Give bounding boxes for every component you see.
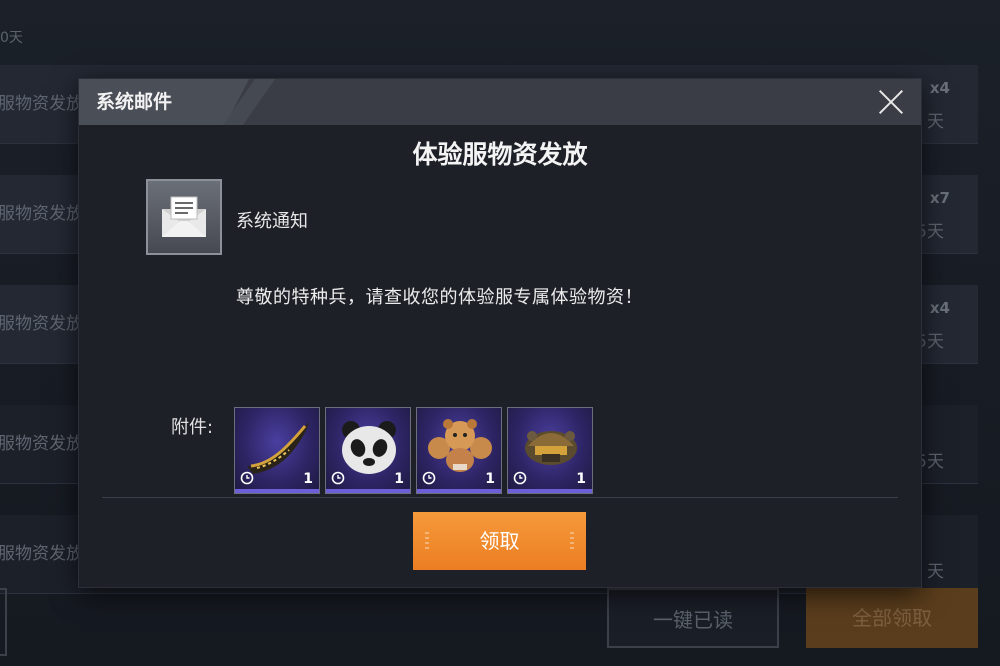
- rarity-bar: [508, 489, 592, 493]
- attachments-label: 附件:: [171, 417, 214, 438]
- claim-button[interactable]: 领取: [413, 512, 586, 570]
- mail-item-days: 天: [927, 112, 944, 132]
- time-limited-clock-icon: [331, 471, 345, 485]
- mail-item-quantity: x4: [929, 299, 950, 317]
- rarity-bar: [417, 489, 501, 493]
- system-mail-dialog: 系统邮件 体验服物资发放 系统通知 尊敬的特种兵，请查收您的体验服专属体验物资！…: [79, 79, 921, 587]
- sender-name: 系统通知: [236, 211, 308, 232]
- grip-decoration: [425, 532, 429, 550]
- attachment-item[interactable]: 1: [507, 407, 593, 494]
- mail-title: 体验服物资发放: [412, 140, 588, 169]
- attachment-item[interactable]: 1: [416, 407, 502, 494]
- envelope-icon: [146, 179, 222, 255]
- mail-item-quantity: x4: [929, 79, 950, 97]
- claim-button-label: 领取: [479, 529, 520, 553]
- attachment-item[interactable]: 1: [325, 407, 411, 494]
- mail-message: 尊敬的特种兵，请查收您的体验服专属体验物资！: [236, 287, 643, 308]
- attachment-quantity: 1: [394, 471, 404, 487]
- mail-item-quantity: x7: [929, 189, 950, 207]
- mail-item-title: 服物资发放: [0, 204, 83, 224]
- time-limited-clock-icon: [422, 471, 436, 485]
- attachment-item[interactable]: 1: [234, 407, 320, 494]
- divider: [102, 497, 898, 498]
- read-all-button[interactable]: 一键已读: [607, 588, 779, 648]
- time-limited-clock-icon: [240, 471, 254, 485]
- mail-item-title: 服物资发放: [0, 544, 83, 564]
- close-icon[interactable]: [877, 88, 905, 116]
- time-limited-clock-icon: [513, 471, 527, 485]
- attachment-quantity: 1: [576, 471, 586, 487]
- dialog-title: 系统邮件: [96, 91, 173, 113]
- dialog-header: 系统邮件: [79, 79, 921, 125]
- bg-top-text: 0天: [0, 30, 23, 46]
- bg-left-button-edge[interactable]: [0, 588, 7, 656]
- mail-item-title: 服物资发放: [0, 94, 83, 114]
- rarity-bar: [235, 489, 319, 493]
- mail-item-days: 天: [927, 562, 944, 582]
- mail-item-title: 服物资发放: [0, 434, 83, 454]
- mail-item-title: 服物资发放: [0, 314, 83, 334]
- grip-decoration: [570, 532, 574, 550]
- attachment-quantity: 1: [303, 471, 313, 487]
- rarity-bar: [326, 489, 410, 493]
- attachment-quantity: 1: [485, 471, 495, 487]
- claim-all-button[interactable]: 全部领取: [806, 588, 978, 648]
